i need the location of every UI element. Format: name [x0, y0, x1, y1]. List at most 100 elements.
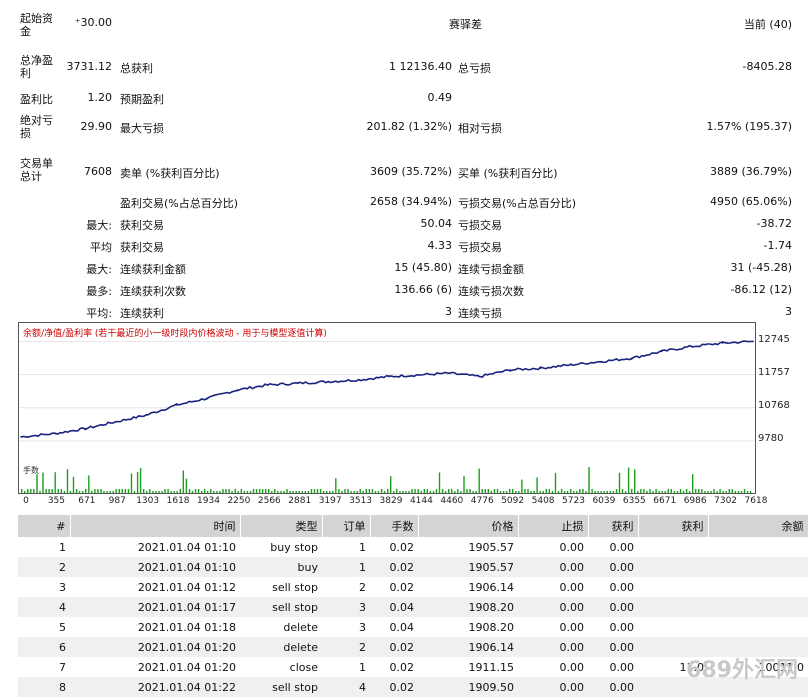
- volume-bar: [518, 491, 520, 493]
- balance-point: [418, 374, 420, 376]
- volume-bar: [304, 491, 306, 493]
- table-header-row: # 时间 类型 订单 手数 价格 止损 获利 获利 余额: [18, 515, 808, 537]
- y-tick-label: 12745: [758, 333, 790, 345]
- column-header[interactable]: 时间: [70, 515, 241, 537]
- table-cell: [638, 617, 708, 637]
- x-tick-label: 1618: [166, 496, 190, 506]
- max-consec-wins-label: 连续获利金额: [120, 263, 186, 276]
- balance-point: [115, 421, 117, 423]
- column-header[interactable]: 价格: [418, 515, 519, 537]
- volume-bar: [692, 474, 694, 493]
- table-cell: 0.02: [370, 557, 418, 577]
- volume-bar: [432, 491, 435, 493]
- statistics-panel: 起始资金 ⁺30.00 赛驿差 当前 (40) 总净盈利 3731.12 总获利…: [0, 0, 808, 322]
- volume-bar: [377, 491, 380, 493]
- volume-bar: [54, 472, 56, 493]
- volume-bar: [344, 489, 346, 493]
- column-header[interactable]: 订单: [322, 515, 371, 537]
- volume-bar: [316, 489, 319, 493]
- volume-bar: [573, 491, 575, 493]
- balance-point: [752, 340, 754, 343]
- column-header[interactable]: 手数: [370, 515, 419, 537]
- volume-bar: [457, 489, 459, 493]
- balance-point: [630, 357, 633, 359]
- table-row[interactable]: 3 2021.01.04 01:12 sell stop 2 0.02 1906.14 0.…: [18, 577, 808, 597]
- table-cell: 2021.01.04 01:12: [137, 580, 236, 594]
- x-tick-label: 7618: [744, 496, 768, 506]
- volume-bar: [127, 489, 130, 493]
- table-row[interactable]: 5 2021.01.04 01:18 delete 3 0.04 1908.20 0.00 0…: [18, 617, 808, 637]
- volume-bar: [374, 491, 377, 493]
- volume-bar: [499, 491, 502, 493]
- volume-bar: [661, 491, 663, 493]
- volume-bar: [252, 489, 255, 493]
- volume-bar: [115, 489, 117, 493]
- avg-consec-loss-value: 3: [785, 305, 792, 318]
- balance-point: [600, 360, 603, 363]
- volume-bar: [624, 491, 627, 493]
- net-profit-value: 3731.12: [66, 60, 113, 73]
- column-header[interactable]: 获利: [588, 515, 639, 537]
- volume-bar: [621, 489, 624, 493]
- column-header[interactable]: 获利: [638, 515, 709, 537]
- volume-bar: [97, 489, 99, 493]
- x-tick-label: 6355: [622, 496, 646, 506]
- volume-bar: [743, 489, 746, 493]
- volume-bar: [222, 489, 224, 493]
- table-cell: 6: [18, 637, 70, 657]
- volume-bar: [606, 491, 608, 493]
- table-cell: 2: [18, 557, 70, 577]
- volume-bar: [746, 491, 749, 493]
- table-cell: 1908.20: [418, 597, 518, 617]
- volume-bar: [618, 472, 621, 493]
- volume-bar: [527, 489, 529, 493]
- volume-bar: [292, 491, 294, 493]
- volume-bar: [749, 491, 752, 493]
- column-header[interactable]: #: [18, 515, 71, 537]
- volume-bar: [335, 478, 337, 493]
- volume-bar: [524, 489, 526, 493]
- volume-bar: [94, 489, 96, 493]
- volume-bar: [106, 491, 108, 493]
- volume-bar: [655, 489, 657, 493]
- table-cell: [708, 557, 808, 577]
- maximal-wins-label: 连续获利次数: [120, 285, 186, 298]
- table-cell: buy: [240, 557, 322, 577]
- volume-bar: [341, 491, 343, 493]
- volume-bar: [707, 491, 709, 493]
- table-row[interactable]: 1 2021.01.04 01:10 buy stop 1 0.02 1905.57 0.0…: [18, 537, 808, 557]
- average-profit-label: 获利交易: [120, 241, 164, 254]
- volume-bar: [704, 491, 706, 493]
- volume-bar: [33, 489, 35, 493]
- volume-bar: [405, 491, 407, 493]
- table-cell: 0.00: [609, 580, 635, 594]
- volume-bar: [673, 491, 676, 493]
- column-header[interactable]: 止损: [518, 515, 589, 537]
- volume-bar: [658, 491, 660, 493]
- profit-trades-label: 盈利交易(%占总百分比): [120, 197, 239, 210]
- balance-point: [175, 404, 178, 406]
- volume-bar: [149, 489, 151, 493]
- largest-loss-label: 亏损交易: [458, 219, 502, 232]
- table-row[interactable]: 2 2021.01.04 01:10 buy 1 0.02 1905.57 0.00 0.00: [18, 557, 808, 577]
- column-header[interactable]: 余额: [708, 515, 808, 537]
- volume-bar: [130, 473, 133, 493]
- volume-bar: [170, 491, 172, 493]
- table-row[interactable]: 4 2021.01.04 01:17 sell stop 3 0.04 1908.20 0.…: [18, 597, 808, 617]
- volume-bar: [146, 491, 148, 493]
- volume-bar: [487, 489, 489, 493]
- table-cell: 2021.01.04 01:17: [70, 597, 240, 617]
- volume-chart: 手数: [18, 463, 756, 494]
- volume-bar: [82, 491, 84, 493]
- balance-point: [661, 350, 663, 353]
- table-cell: delete: [240, 637, 322, 657]
- volume-bar: [725, 491, 727, 493]
- x-tick-label: 987: [108, 496, 126, 506]
- volume-bar: [396, 489, 398, 493]
- volume-bar: [329, 491, 331, 493]
- column-header[interactable]: 类型: [240, 515, 323, 537]
- volume-bar: [679, 489, 682, 493]
- balance-point: [479, 375, 481, 378]
- table-cell: 1906.14: [418, 637, 518, 657]
- volume-bar: [88, 475, 90, 493]
